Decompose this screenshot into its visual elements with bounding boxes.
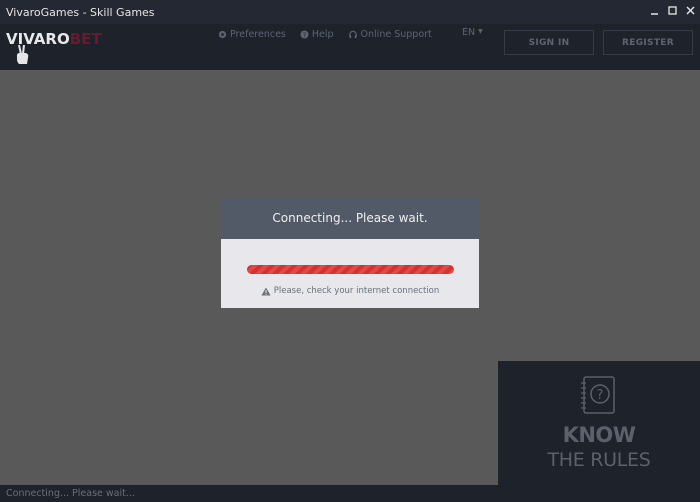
maximize-icon <box>667 5 677 15</box>
svg-text:?: ? <box>303 32 306 39</box>
nav-help[interactable]: ? Help <box>300 29 334 40</box>
status-text: Connecting... Please wait... <box>6 488 135 499</box>
nav-online-support[interactable]: Online Support <box>348 29 432 40</box>
close-button[interactable] <box>684 3 696 17</box>
rules-heading-line2: THE RULES <box>547 449 651 471</box>
gear-icon <box>218 30 227 38</box>
headset-icon <box>348 30 357 38</box>
window-controls <box>648 3 696 17</box>
window-titlebar: VivaroGames - Skill Games <box>0 0 700 24</box>
connecting-modal-body: Please, check your internet connection <box>221 239 479 308</box>
nav-preferences-label: Preferences <box>230 28 286 40</box>
connection-progress-bar <box>247 265 454 274</box>
connection-warning-text: Please, check your internet connection <box>273 286 440 296</box>
nav-online-support-label: Online Support <box>360 28 432 40</box>
rules-notebook-icon: ? <box>581 376 615 414</box>
language-label: EN <box>462 27 476 38</box>
rules-heading-line1: KNOW <box>562 423 636 447</box>
know-the-rules-panel[interactable]: ? KNOW THE RULES <box>498 361 700 485</box>
svg-text:?: ? <box>597 388 604 403</box>
victory-hand-icon <box>17 44 29 64</box>
register-button[interactable]: REGISTER <box>603 30 693 55</box>
site-header: VIVAROBET Preferences ? Help Online Supp… <box>0 24 700 70</box>
window-title: VivaroGames - Skill Games <box>6 5 155 19</box>
connection-warning: Please, check your internet connection <box>221 286 479 296</box>
nav-help-label: Help <box>311 28 334 40</box>
connecting-modal-header: Connecting... Please wait. <box>221 197 479 239</box>
sign-in-button[interactable]: SIGN IN <box>504 30 594 55</box>
logo-text-bet: BET <box>69 30 102 48</box>
minimize-button[interactable] <box>648 3 660 17</box>
caret-down-icon: ▼ <box>478 28 483 35</box>
maximize-button[interactable] <box>666 3 678 17</box>
warning-icon <box>261 287 271 295</box>
close-icon <box>686 6 694 14</box>
connecting-modal-title: Connecting... Please wait. <box>272 211 428 225</box>
nav-preferences[interactable]: Preferences <box>218 29 286 40</box>
language-selector[interactable]: EN ▼ <box>462 27 483 38</box>
question-circle-icon: ? <box>300 29 309 39</box>
minimize-icon <box>650 12 658 15</box>
header-nav: Preferences ? Help Online Support <box>218 26 446 42</box>
status-bar: Connecting... Please wait... <box>0 485 700 502</box>
